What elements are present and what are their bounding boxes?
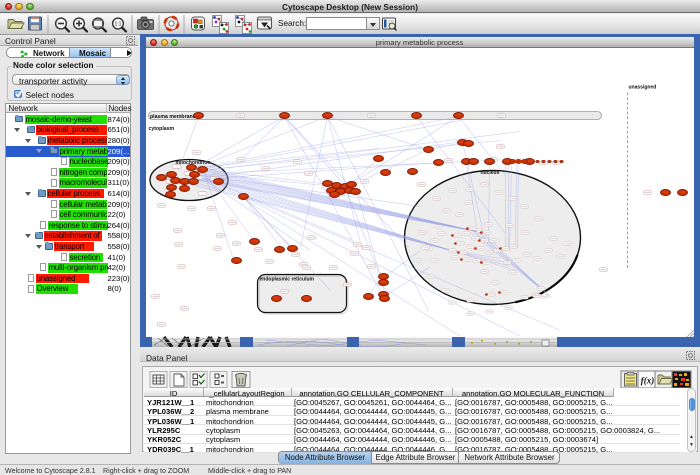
- svg-text:endoplasmic reticulum: endoplasmic reticulum: [259, 276, 314, 282]
- svg-text:plasma membrane: plasma membrane: [150, 113, 196, 119]
- svg-text:f(x): f(x): [641, 376, 655, 386]
- svg-text:unassigned: unassigned: [628, 84, 656, 90]
- svg-text:cytoplasm: cytoplasm: [148, 126, 174, 132]
- svg-text:nucleus: nucleus: [480, 170, 499, 176]
- svg-text:1:1: 1:1: [115, 21, 122, 27]
